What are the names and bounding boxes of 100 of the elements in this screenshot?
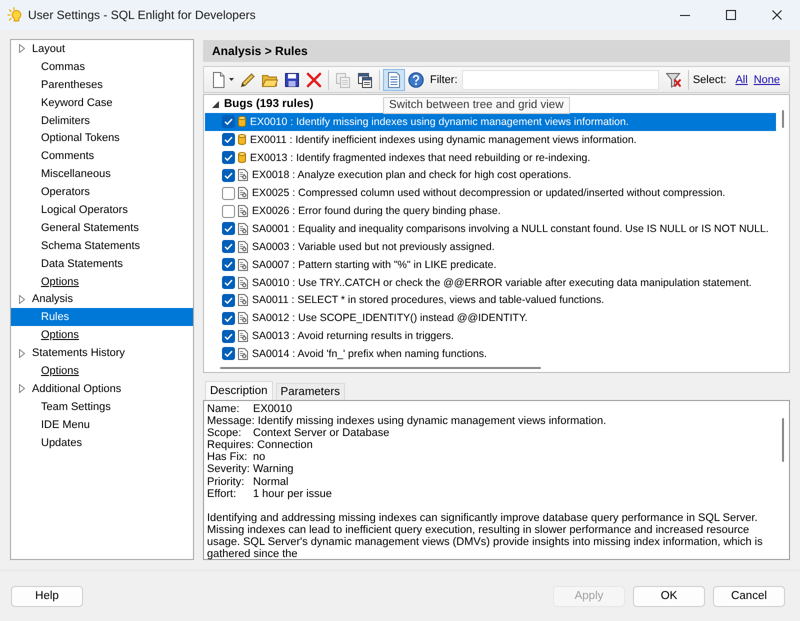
- tab[interactable]: Parameters: [276, 383, 345, 400]
- tree-item[interactable]: Layout: [11, 40, 193, 58]
- tree-item[interactable]: Options: [11, 326, 193, 344]
- rule-item[interactable]: SA0010 : Use TRY..CATCH or check the @@ERROR variable after executing data manipulation statement.: [205, 274, 776, 292]
- tree-item[interactable]: Parentheses: [11, 76, 193, 94]
- expand-arrow-icon: [19, 294, 25, 304]
- rule-item[interactable]: SA0003 : Variable used but not previously assigned.: [205, 238, 776, 256]
- field-value: 1 hour per issue: [253, 488, 332, 500]
- tree-item[interactable]: Schema Statements: [11, 236, 193, 255]
- lightbulb-icon: [7, 7, 23, 23]
- checkbox[interactable]: [222, 240, 235, 254]
- windows-icon: [357, 72, 373, 88]
- field-label: Requires:: [207, 439, 256, 452]
- field-value: EX0010: [253, 403, 292, 416]
- page-icon: [238, 330, 248, 342]
- tree-item[interactable]: IDE Menu: [11, 416, 193, 434]
- tree-item[interactable]: Keyword Case: [11, 94, 193, 112]
- checkbox[interactable]: [222, 204, 235, 218]
- scrollbar-thumb[interactable]: [220, 367, 541, 369]
- checkbox[interactable]: [222, 258, 235, 272]
- tree-item[interactable]: Statements History: [11, 344, 193, 362]
- tree-item[interactable]: Optional Tokens: [11, 129, 193, 148]
- field-label: Priority:: [207, 476, 246, 488]
- checkbox[interactable]: [222, 294, 235, 307]
- rule-item[interactable]: SA0014 : Avoid 'fn_' prefix when naming functions.: [205, 344, 776, 363]
- documents-icon: [335, 72, 351, 88]
- field-label: Message:: [207, 415, 256, 428]
- page-icon: [238, 294, 248, 306]
- rule-item[interactable]: EX0025 : Compressed column used without decompression or updated/inserted without compression.: [205, 184, 776, 202]
- tree-item[interactable]: Additional Options: [11, 380, 193, 398]
- tree-item[interactable]: Commas: [11, 58, 193, 76]
- rule-item[interactable]: SA0007 : Pattern starting with "%" in LIKE predicate.: [205, 256, 776, 274]
- rule-item[interactable]: SA0001 : Equality and inequality comparisons involving a NULL constant found. Use IS NULL or IS NOT NULL.: [205, 220, 776, 238]
- field-label: Effort:: [207, 488, 238, 500]
- checkbox[interactable]: [222, 222, 235, 236]
- tree-item[interactable]: Analysis: [11, 290, 193, 308]
- rule-item[interactable]: EX0010 : Identify missing indexes using dynamic management views information.: [205, 113, 776, 131]
- rule-item[interactable]: SA0012 : Use SCOPE_IDENTITY() instead @@IDENTITY.: [205, 309, 776, 328]
- expand-arrow-icon: [19, 348, 25, 358]
- checkbox[interactable]: [222, 186, 235, 200]
- tree-item[interactable]: Options: [11, 272, 193, 290]
- tree-item[interactable]: Comments: [11, 147, 193, 166]
- window-title: User Settings - SQL Enlight for Developers: [28, 8, 257, 22]
- field-label: Severity:: [207, 463, 251, 476]
- field-label: Has Fix:: [207, 451, 248, 464]
- tree-item[interactable]: Logical Operators: [11, 201, 193, 219]
- dialog-button[interactable]: OK: [633, 586, 705, 606]
- tree-item[interactable]: General Statements: [11, 218, 193, 237]
- cylinder-icon: [238, 134, 246, 146]
- page-icon: [238, 258, 248, 271]
- page-icon: [238, 348, 248, 360]
- tree-item[interactable]: Options: [11, 362, 193, 380]
- tree-item[interactable]: Delimiters: [11, 112, 193, 130]
- dialog-button[interactable]: Help: [11, 586, 83, 606]
- checkbox[interactable]: [222, 115, 235, 128]
- expand-arrow-icon: [19, 44, 25, 54]
- rule-item[interactable]: EX0026 : Error found during the query binding phase.: [205, 202, 776, 220]
- field-value: Connection: [257, 439, 313, 452]
- description-text: Missing indexes can lead to inefficient query execution, resulting in slower performance and increased resource usage. SQL Server's dynamic management views (DMVs) provide insights into missing index information, which is gathered since the: [207, 524, 764, 560]
- rule-item[interactable]: EX0018 : Analyze execution plan and check for high cost operations.: [205, 166, 776, 184]
- checkbox[interactable]: [222, 312, 235, 325]
- tree-item[interactable]: Data Statements: [11, 254, 193, 273]
- scrollbar-thumb[interactable]: [782, 110, 784, 128]
- field-label: Scope:: [207, 427, 242, 440]
- page-icon: [238, 187, 248, 200]
- checkbox[interactable]: [222, 151, 235, 164]
- filter-field[interactable]: [462, 70, 658, 90]
- select-link[interactable]: None: [754, 74, 780, 86]
- rule-item[interactable]: EX0013 : Identify fragmented indexes that need rebuilding or re-indexing.: [205, 148, 776, 167]
- x-icon: [306, 72, 322, 88]
- maximize-icon: [726, 10, 736, 20]
- checkbox[interactable]: [222, 133, 235, 146]
- checkbox[interactable]: [222, 276, 235, 290]
- scrollbar-thumb[interactable]: [782, 418, 784, 462]
- field-label: Name:: [207, 403, 240, 416]
- checkbox[interactable]: [222, 347, 235, 360]
- tree-item[interactable]: Operators: [11, 183, 193, 202]
- description-text: Identifying and addressing missing indexes can significantly improve database query performance in SQL Server.: [207, 512, 758, 524]
- tree-item[interactable]: Miscellaneous: [11, 165, 193, 184]
- select-link[interactable]: All: [735, 74, 748, 86]
- page-icon: [238, 222, 248, 235]
- tree-item[interactable]: Rules: [11, 308, 193, 326]
- field-value: Identify missing indexes using dynamic management views information.: [258, 415, 606, 428]
- tree-item[interactable]: Team Settings: [11, 398, 193, 416]
- document-icon: [386, 72, 402, 88]
- close-icon: [772, 10, 782, 20]
- caret-icon: [229, 78, 234, 81]
- rule-item[interactable]: SA0013 : Avoid returning results in triggers.: [205, 327, 776, 345]
- checkbox[interactable]: [222, 330, 235, 343]
- dialog-button[interactable]: Cancel: [713, 586, 785, 606]
- view-toggle-button[interactable]: [383, 68, 405, 90]
- cylinder-icon: [238, 152, 246, 164]
- rule-item[interactable]: EX0011 : Identify inefficient indexes using dynamic management views information.: [205, 130, 776, 149]
- tree-item[interactable]: Updates: [11, 434, 193, 452]
- checkbox[interactable]: [222, 168, 235, 182]
- page-icon: [238, 205, 248, 218]
- group-header[interactable]: Bugs (193 rules): [205, 95, 318, 113]
- field-value: Warning: [253, 463, 294, 476]
- rule-item[interactable]: SA0011 : SELECT * in stored procedures, views and table-valued functions.: [205, 291, 776, 310]
- tab[interactable]: Description: [205, 381, 273, 400]
